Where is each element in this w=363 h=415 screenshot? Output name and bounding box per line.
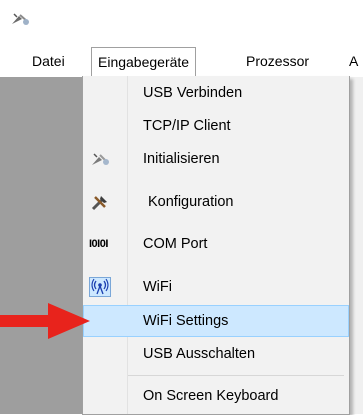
menu-bar: Datei Eingabegeräte Prozessor A [0, 44, 363, 78]
client-area-right [348, 77, 363, 414]
menu-separator [128, 375, 344, 376]
menu-item-label: Konfiguration [148, 194, 234, 210]
menu-item-initialisieren[interactable]: Initialisieren [83, 143, 349, 175]
menu-eingabegeraete[interactable]: Eingabegeräte [91, 47, 197, 76]
menu-truncated-a[interactable]: A [343, 49, 363, 73]
menu-item-label: Initialisieren [143, 151, 220, 167]
app-icon [12, 13, 29, 25]
menu-item-label: COM Port [143, 236, 208, 252]
title-bar [0, 0, 363, 44]
menu-item-label: WiFi Settings [143, 313, 229, 329]
menu-item-com-port[interactable]: I0I0I COM Port [83, 228, 349, 260]
wifi-antenna-icon [89, 277, 111, 297]
menu-item-usb-verbinden[interactable]: USB Verbinden [83, 77, 349, 109]
tools-icon [91, 196, 107, 211]
client-area [0, 77, 82, 414]
menu-item-usb-ausschalten[interactable]: USB Ausschalten [83, 338, 349, 370]
menu-prozessor[interactable]: Prozessor [240, 49, 315, 73]
menu-datei[interactable]: Datei [26, 49, 71, 73]
menu-item-wifi[interactable]: WiFi [83, 271, 349, 303]
menu-item-label: TCP/IP Client [143, 118, 231, 134]
red-arrow-annotation [0, 303, 90, 339]
menu-item-konfiguration[interactable]: Konfiguration [83, 186, 349, 218]
menu-item-on-screen-keyboard[interactable]: On Screen Keyboard [83, 380, 349, 412]
menu-item-wifi-settings[interactable]: WiFi Settings [83, 305, 349, 337]
binary-port-icon: I0I0I [89, 238, 108, 250]
menu-item-label: WiFi [143, 279, 172, 295]
menu-item-label: USB Verbinden [143, 85, 243, 101]
menu-item-label: USB Ausschalten [143, 346, 256, 362]
eingabegeraete-dropdown: USB Verbinden TCP/IP Client Initialisier… [82, 76, 350, 415]
menu-item-label: On Screen Keyboard [143, 388, 279, 404]
menu-item-tcpip-client[interactable]: TCP/IP Client [83, 110, 349, 142]
satellite-dish-icon [92, 153, 109, 165]
